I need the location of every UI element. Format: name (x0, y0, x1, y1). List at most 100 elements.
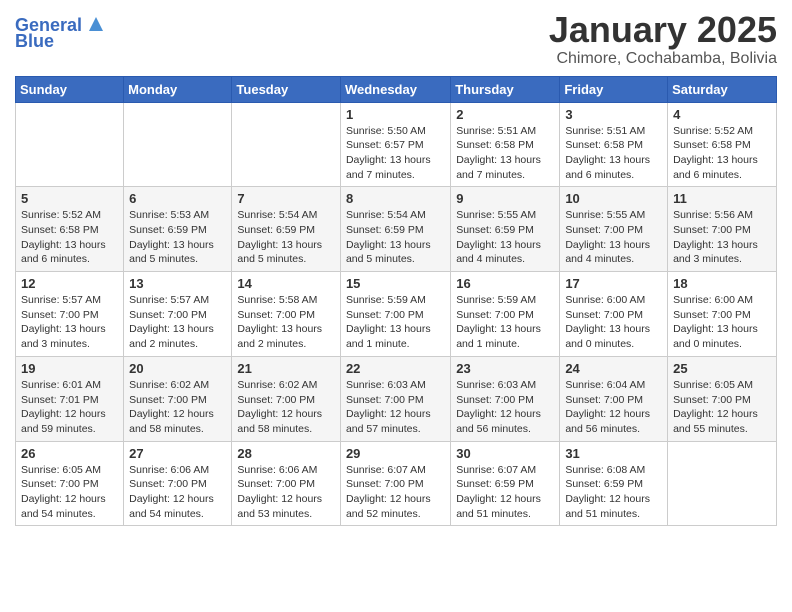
day-number: 6 (129, 191, 226, 206)
day-number: 22 (346, 361, 445, 376)
table-row: 7 Sunrise: 5:54 AM Sunset: 6:59 PM Daylig… (232, 187, 341, 272)
table-row: 28Sunrise: 6:06 AM Sunset: 7:00 PM Dayli… (232, 441, 341, 526)
day-info: Sunrise: 5:57 AM Sunset: 7:00 PM Dayligh… (21, 293, 118, 352)
day-info: Sunrise: 5:54 AM Sunset: 6:59 PM Dayligh… (346, 208, 445, 267)
day-info: Sunrise: 5:55 AM Sunset: 6:59 PM Dayligh… (456, 208, 554, 267)
table-row: 24 Sunrise: 6:04 AM Sunset: 7:00 PM Dayli… (560, 356, 668, 441)
calendar-week-row: 12 Sunrise: 5:57 AM Sunset: 7:00 PM Dayli… (16, 272, 777, 357)
day-number: 17 (565, 276, 662, 291)
page: General Blue January 2025 Chimore, Cocha… (0, 0, 792, 612)
day-number: 16 (456, 276, 554, 291)
day-number: 9 (456, 191, 554, 206)
title-section: January 2025 Chimore, Cochabamba, Bolivi… (549, 10, 777, 68)
day-number: 19 (21, 361, 118, 376)
day-number: 25 (673, 361, 771, 376)
day-number: 7 (237, 191, 335, 206)
table-row: 23 Sunrise: 6:03 AM Sunset: 7:00 PM Dayli… (451, 356, 560, 441)
day-number: 29 (346, 446, 445, 461)
table-row: 15Sunrise: 5:59 AM Sunset: 7:00 PM Dayli… (340, 272, 450, 357)
day-number: 11 (673, 191, 771, 206)
day-info: Sunrise: 5:57 AM Sunset: 7:00 PM Dayligh… (129, 293, 226, 352)
calendar-header-row: Sunday Monday Tuesday Wednesday Thursday… (16, 76, 777, 102)
table-row: 26 Sunrise: 6:05 AM Sunset: 7:00 PM Dayli… (16, 441, 124, 526)
table-row: 27 Sunrise: 6:06 AM Sunset: 7:00 PM Dayli… (124, 441, 232, 526)
table-row: 21Sunrise: 6:02 AM Sunset: 7:00 PM Dayli… (232, 356, 341, 441)
table-row: 8 Sunrise: 5:54 AM Sunset: 6:59 PM Daylig… (340, 187, 450, 272)
table-row: 6Sunrise: 5:53 AM Sunset: 6:59 PM Daylig… (124, 187, 232, 272)
logo: General Blue (15, 16, 107, 52)
day-number: 12 (21, 276, 118, 291)
header-saturday: Saturday (668, 76, 777, 102)
header-thursday: Thursday (451, 76, 560, 102)
day-number: 26 (21, 446, 118, 461)
day-number: 13 (129, 276, 226, 291)
day-number: 3 (565, 107, 662, 122)
header-friday: Friday (560, 76, 668, 102)
table-row: 25 Sunrise: 6:05 AM Sunset: 7:00 PM Dayli… (668, 356, 777, 441)
table-row: 18 Sunrise: 6:00 AM Sunset: 7:00 PM Dayli… (668, 272, 777, 357)
day-number: 27 (129, 446, 226, 461)
day-number: 14 (237, 276, 335, 291)
location-title: Chimore, Cochabamba, Bolivia (549, 50, 777, 68)
day-info: Sunrise: 5:51 AM Sunset: 6:58 PM Dayligh… (456, 124, 554, 183)
day-number: 18 (673, 276, 771, 291)
day-number: 2 (456, 107, 554, 122)
day-info: Sunrise: 5:59 AM Sunset: 7:00 PM Dayligh… (456, 293, 554, 352)
header: General Blue January 2025 Chimore, Cocha… (15, 10, 777, 68)
table-row: 14 Sunrise: 5:58 AM Sunset: 7:00 PM Dayli… (232, 272, 341, 357)
day-info: Sunrise: 6:07 AM Sunset: 7:00 PM Dayligh… (346, 463, 445, 522)
day-info: Sunrise: 5:52 AM Sunset: 6:58 PM Dayligh… (21, 208, 118, 267)
day-number: 20 (129, 361, 226, 376)
day-number: 8 (346, 191, 445, 206)
table-row: 20Sunrise: 6:02 AM Sunset: 7:00 PM Dayli… (124, 356, 232, 441)
day-number: 31 (565, 446, 662, 461)
table-row: 4Sunrise: 5:52 AM Sunset: 6:58 PM Daylig… (668, 102, 777, 187)
calendar-week-row: 19 Sunrise: 6:01 AM Sunset: 7:01 PM Dayli… (16, 356, 777, 441)
table-row: 3Sunrise: 5:51 AM Sunset: 6:58 PM Daylig… (560, 102, 668, 187)
day-info: Sunrise: 5:50 AM Sunset: 6:57 PM Dayligh… (346, 124, 445, 183)
table-row: 10 Sunrise: 5:55 AM Sunset: 7:00 PM Dayli… (560, 187, 668, 272)
day-info: Sunrise: 5:54 AM Sunset: 6:59 PM Dayligh… (237, 208, 335, 267)
day-info: Sunrise: 6:04 AM Sunset: 7:00 PM Dayligh… (565, 378, 662, 437)
day-info: Sunrise: 5:59 AM Sunset: 7:00 PM Dayligh… (346, 293, 445, 352)
header-sunday: Sunday (16, 76, 124, 102)
table-row: 11Sunrise: 5:56 AM Sunset: 7:00 PM Dayli… (668, 187, 777, 272)
calendar-body: 1 Sunrise: 5:50 AM Sunset: 6:57 PM Daylig… (16, 102, 777, 526)
day-number: 10 (565, 191, 662, 206)
day-info: Sunrise: 6:01 AM Sunset: 7:01 PM Dayligh… (21, 378, 118, 437)
day-info: Sunrise: 6:05 AM Sunset: 7:00 PM Dayligh… (673, 378, 771, 437)
table-row: 31 Sunrise: 6:08 AM Sunset: 6:59 PM Dayli… (560, 441, 668, 526)
day-info: Sunrise: 6:03 AM Sunset: 7:00 PM Dayligh… (456, 378, 554, 437)
day-info: Sunrise: 6:08 AM Sunset: 6:59 PM Dayligh… (565, 463, 662, 522)
table-row: 1 Sunrise: 5:50 AM Sunset: 6:57 PM Daylig… (340, 102, 450, 187)
table-row (232, 102, 341, 187)
table-row: 29 Sunrise: 6:07 AM Sunset: 7:00 PM Dayli… (340, 441, 450, 526)
table-row: 2 Sunrise: 5:51 AM Sunset: 6:58 PM Daylig… (451, 102, 560, 187)
day-info: Sunrise: 6:00 AM Sunset: 7:00 PM Dayligh… (673, 293, 771, 352)
calendar-week-row: 5Sunrise: 5:52 AM Sunset: 6:58 PM Daylig… (16, 187, 777, 272)
day-info: Sunrise: 6:05 AM Sunset: 7:00 PM Dayligh… (21, 463, 118, 522)
table-row: 17 Sunrise: 6:00 AM Sunset: 7:00 PM Dayli… (560, 272, 668, 357)
table-row: 13 Sunrise: 5:57 AM Sunset: 7:00 PM Dayli… (124, 272, 232, 357)
day-info: Sunrise: 5:58 AM Sunset: 7:00 PM Dayligh… (237, 293, 335, 352)
table-row (16, 102, 124, 187)
day-info: Sunrise: 6:00 AM Sunset: 7:00 PM Dayligh… (565, 293, 662, 352)
table-row: 16 Sunrise: 5:59 AM Sunset: 7:00 PM Dayli… (451, 272, 560, 357)
day-number: 28 (237, 446, 335, 461)
day-number: 24 (565, 361, 662, 376)
header-tuesday: Tuesday (232, 76, 341, 102)
day-number: 21 (237, 361, 335, 376)
day-number: 30 (456, 446, 554, 461)
day-info: Sunrise: 6:03 AM Sunset: 7:00 PM Dayligh… (346, 378, 445, 437)
table-row: 12 Sunrise: 5:57 AM Sunset: 7:00 PM Dayli… (16, 272, 124, 357)
calendar-week-row: 26 Sunrise: 6:05 AM Sunset: 7:00 PM Dayli… (16, 441, 777, 526)
table-row: 22 Sunrise: 6:03 AM Sunset: 7:00 PM Dayli… (340, 356, 450, 441)
day-number: 1 (346, 107, 445, 122)
day-info: Sunrise: 6:06 AM Sunset: 7:00 PM Dayligh… (129, 463, 226, 522)
month-title: January 2025 (549, 10, 777, 50)
table-row: 9 Sunrise: 5:55 AM Sunset: 6:59 PM Daylig… (451, 187, 560, 272)
day-info: Sunrise: 5:55 AM Sunset: 7:00 PM Dayligh… (565, 208, 662, 267)
table-row: 30Sunrise: 6:07 AM Sunset: 6:59 PM Dayli… (451, 441, 560, 526)
table-row: 19 Sunrise: 6:01 AM Sunset: 7:01 PM Dayli… (16, 356, 124, 441)
day-number: 23 (456, 361, 554, 376)
